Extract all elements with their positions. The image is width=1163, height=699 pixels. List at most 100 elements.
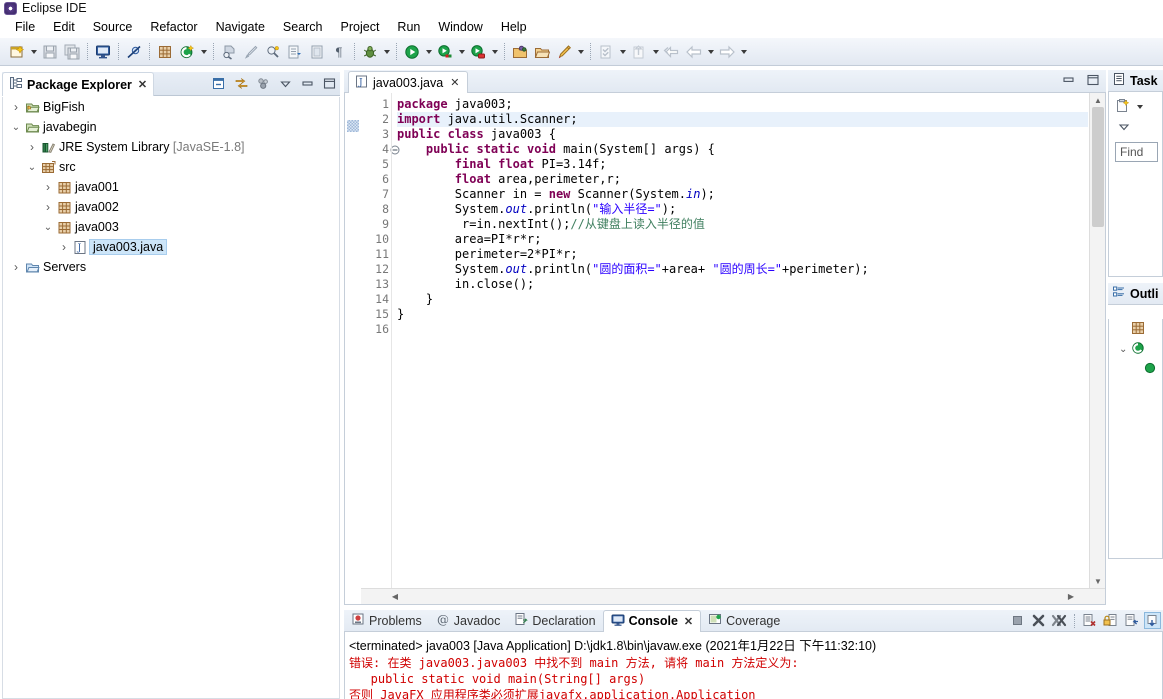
package-explorer-tree[interactable]: ›! BigFish ⌄ javabegin › JRE System Library [… — [2, 97, 340, 699]
coverage-icon[interactable] — [434, 41, 456, 63]
menu-item-refactor[interactable]: Refactor — [141, 18, 206, 36]
new-task-icon[interactable] — [1115, 98, 1131, 117]
scroll-up-arrow[interactable]: ▲ — [1090, 93, 1106, 107]
new-file-dropdown-icon[interactable] — [28, 41, 39, 63]
search-icon[interactable] — [262, 41, 284, 63]
pilcrow-icon[interactable]: ¶ — [328, 41, 350, 63]
save-icon[interactable] — [39, 41, 61, 63]
tree-item-jre-system-library[interactable]: › JRE System Library [JavaSE-1.8] — [3, 137, 339, 157]
outline-row-class[interactable]: ⌄ — [1109, 339, 1162, 359]
tree-item-bigfish[interactable]: ›! BigFish — [3, 97, 339, 117]
chevron-right-icon[interactable]: › — [57, 240, 71, 254]
chevron-right-icon[interactable]: › — [41, 180, 55, 194]
menu-item-search[interactable]: Search — [274, 18, 332, 36]
outline-tabrow[interactable]: Outli — [1108, 283, 1163, 305]
outline-row-package[interactable] — [1109, 319, 1162, 339]
close-icon[interactable]: ✕ — [138, 78, 147, 91]
chevron-right-icon[interactable]: › — [9, 100, 23, 114]
tree-item-java003-java[interactable]: › Jjava003.java — [3, 237, 339, 257]
debug-bug-icon[interactable] — [359, 41, 381, 63]
view-menu-icon[interactable] — [277, 75, 294, 92]
skip-breakpoints-icon[interactable] — [123, 41, 145, 63]
remove-launch-icon[interactable] — [1030, 612, 1047, 629]
console-tab-javadoc[interactable]: @ Javadoc — [429, 610, 508, 632]
clear-console-icon[interactable] — [1081, 612, 1098, 629]
tree-item-java002[interactable]: › java002 — [3, 197, 339, 217]
chevron-down-icon[interactable]: ⌄ — [9, 122, 23, 133]
focus-on-active-task-icon[interactable] — [255, 75, 272, 92]
pen-icon[interactable] — [553, 41, 575, 63]
arrow-left-icon[interactable] — [683, 41, 705, 63]
mark-occurrences-icon[interactable] — [306, 41, 328, 63]
pin-console-icon[interactable] — [1123, 612, 1140, 629]
menu-item-help[interactable]: Help — [492, 18, 536, 36]
restore-icon[interactable] — [1062, 73, 1076, 90]
menu-item-source[interactable]: Source — [84, 18, 142, 36]
editor-tab-java003[interactable]: J java003.java ✕ — [348, 71, 469, 93]
scroll-lock-icon[interactable] — [1102, 612, 1119, 629]
maximize-icon[interactable] — [1086, 73, 1100, 90]
scroll-down-arrow[interactable]: ▼ — [1090, 574, 1106, 588]
chevron-down-icon[interactable]: ⌄ — [41, 222, 55, 233]
minimize-icon[interactable] — [299, 75, 316, 92]
remove-all-terminated-icon[interactable] — [1051, 612, 1068, 629]
clean-icon[interactable] — [240, 41, 262, 63]
tree-item-java003[interactable]: ⌄ java003 — [3, 217, 339, 237]
chevron-right-icon[interactable]: › — [25, 140, 39, 154]
menu-item-navigate[interactable]: Navigate — [207, 18, 274, 36]
console-tab-console[interactable]: Console ✕ — [602, 609, 702, 632]
task-list-tabrow[interactable]: Task — [1108, 70, 1163, 92]
editor-horizontal-scrollbar[interactable]: ◀ ▶ — [361, 588, 1105, 604]
external-tools-icon[interactable] — [467, 41, 489, 63]
terminate-icon[interactable] — [1009, 612, 1026, 629]
scroll-left-arrow[interactable]: ◀ — [387, 589, 403, 604]
menu-item-edit[interactable]: Edit — [44, 18, 84, 36]
task-find-input[interactable]: Find — [1115, 142, 1158, 162]
external-tools-dropdown-icon[interactable] — [489, 41, 500, 63]
arrow-right-icon[interactable] — [716, 41, 738, 63]
annotation-next-icon[interactable] — [628, 41, 650, 63]
save-all-icon[interactable] — [61, 41, 83, 63]
console-tab-coverage[interactable]: Coverage — [701, 610, 787, 632]
dropdown-arrow-icon[interactable] — [1134, 96, 1145, 118]
back-dropdown-icon[interactable] — [705, 41, 716, 63]
source-code[interactable]: package java003; import java.util.Scanner… — [397, 97, 1088, 588]
coverage-dropdown-icon[interactable] — [456, 41, 467, 63]
tab-package-explorer[interactable]: Package Explorer ✕ — [2, 72, 155, 96]
new-class-dropdown-icon[interactable] — [198, 41, 209, 63]
scroll-right-arrow[interactable]: ▶ — [1063, 589, 1079, 604]
build-icon[interactable] — [284, 41, 306, 63]
close-icon[interactable]: ✕ — [450, 76, 459, 89]
chevron-right-icon[interactable]: › — [9, 260, 23, 274]
run-play-icon[interactable] — [401, 41, 423, 63]
new-class-icon[interactable] — [176, 41, 198, 63]
pen-dropdown-icon[interactable] — [575, 41, 586, 63]
outline-body[interactable]: ⌄ — [1108, 319, 1163, 559]
view-menu-icon[interactable] — [1109, 121, 1162, 136]
chevron-down-icon[interactable]: ⌄ — [25, 162, 39, 173]
new-file-icon[interactable] — [6, 41, 28, 63]
menu-item-window[interactable]: Window — [429, 18, 491, 36]
chevron-down-icon[interactable]: ⌄ — [1119, 344, 1127, 355]
tree-item-servers[interactable]: › Servers — [3, 257, 339, 277]
tree-item-java001[interactable]: › java001 — [3, 177, 339, 197]
scroll-thumb[interactable] — [1092, 107, 1104, 227]
display-selected-console-icon[interactable] — [1144, 612, 1161, 629]
forward-dropdown-icon[interactable] — [738, 41, 749, 63]
tree-item-javabegin[interactable]: ⌄ javabegin — [3, 117, 339, 137]
debug-dropdown-icon[interactable] — [381, 41, 392, 63]
collapse-all-icon[interactable] — [211, 75, 228, 92]
annotation-ruler[interactable] — [345, 93, 361, 588]
chevron-right-icon[interactable]: › — [41, 200, 55, 214]
menu-item-file[interactable]: File — [6, 18, 44, 36]
outline-row-method[interactable] — [1109, 359, 1162, 379]
package-icon[interactable] — [154, 41, 176, 63]
editor-vertical-scrollbar[interactable]: ▲ ▼ — [1089, 93, 1105, 588]
console-tab-problems[interactable]: Problems — [344, 610, 429, 632]
open-perspective-icon[interactable] — [509, 41, 531, 63]
annotation-prev-dropdown-icon[interactable] — [617, 41, 628, 63]
menu-item-run[interactable]: Run — [388, 18, 429, 36]
open-type-icon[interactable] — [218, 41, 240, 63]
console-icon[interactable] — [92, 41, 114, 63]
annotation-next-dropdown-icon[interactable] — [650, 41, 661, 63]
